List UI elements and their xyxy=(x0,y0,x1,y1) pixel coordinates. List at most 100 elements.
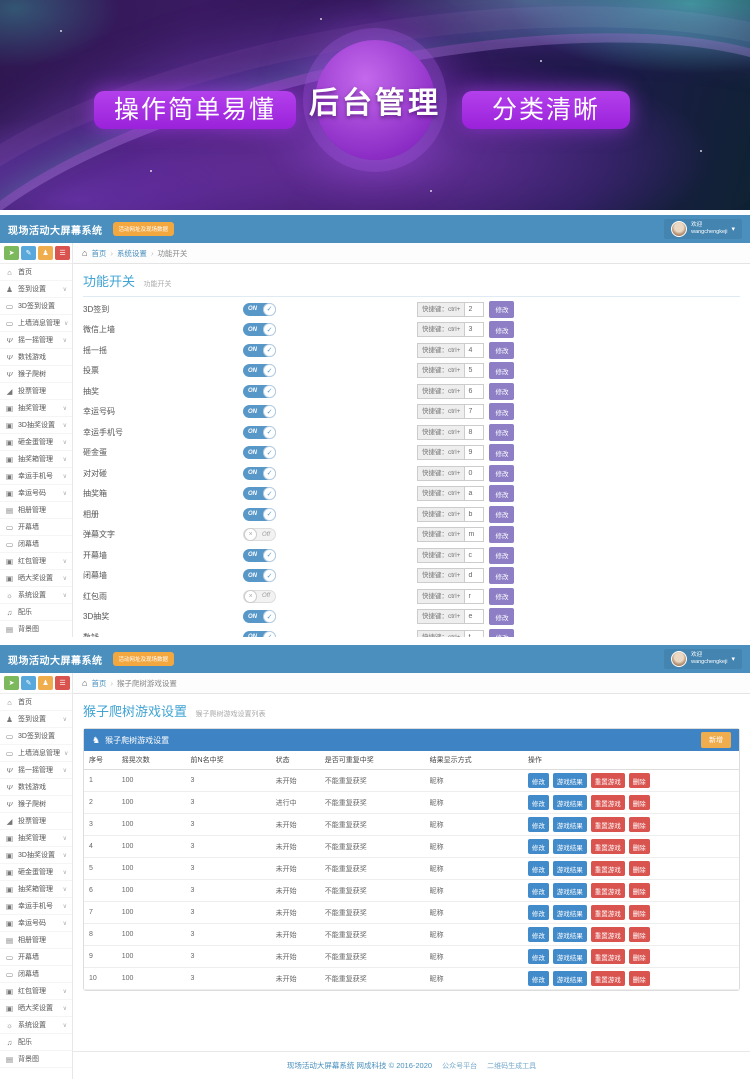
sidebar-item[interactable]: ♟ 签到设置 ∨ xyxy=(0,711,72,728)
modify-button[interactable]: 修改 xyxy=(489,567,514,584)
feature-toggle[interactable]: ON ✓ xyxy=(243,385,276,398)
shortcut-key-input[interactable] xyxy=(465,466,484,481)
activity-data-button[interactable]: 活动网址及现场数据 xyxy=(113,222,175,236)
feature-toggle[interactable]: ON ✓ xyxy=(243,344,276,357)
reset-game-button[interactable]: 重置游戏 xyxy=(591,949,625,964)
delete-button[interactable]: 删除 xyxy=(629,839,650,854)
sidebar-item[interactable]: ▭ 闭幕墙 ∨ xyxy=(0,536,72,553)
feature-toggle[interactable]: ON ✓ xyxy=(243,487,276,500)
shortcut-key-input[interactable] xyxy=(465,486,484,501)
feature-toggle[interactable]: ON ✓ xyxy=(243,467,276,480)
reset-game-button[interactable]: 重置游戏 xyxy=(591,861,625,876)
shortcut-key-input[interactable] xyxy=(465,609,484,624)
feature-toggle[interactable]: Off × xyxy=(243,528,276,541)
sidebar-item[interactable]: ▣ 3D抽奖设置 ∨ xyxy=(0,417,72,434)
sidebar-item[interactable]: ▣ 抽奖箱管理 ∨ xyxy=(0,451,72,468)
reset-game-button[interactable]: 重置游戏 xyxy=(591,817,625,832)
delete-button[interactable]: 删除 xyxy=(629,773,650,788)
sidebar-item[interactable]: Ψ 数钱游戏 ∨ xyxy=(0,779,72,796)
modify-button[interactable]: 修改 xyxy=(489,321,514,338)
modify-button[interactable]: 修改 xyxy=(489,608,514,625)
delete-button[interactable]: 删除 xyxy=(629,971,650,986)
sidebar-item[interactable]: ▤ 背景图 ∨ xyxy=(0,621,72,637)
sidebar-item[interactable]: ▣ 幸运号码 ∨ xyxy=(0,915,72,932)
sidebar-item[interactable]: Ψ 猴子爬树 ∨ xyxy=(0,796,72,813)
feature-toggle[interactable]: ON ✓ xyxy=(243,631,276,637)
toolbar-button[interactable]: ✎ xyxy=(21,246,36,260)
modify-button[interactable]: 修改 xyxy=(489,526,514,543)
reset-game-button[interactable]: 重置游戏 xyxy=(591,971,625,986)
game-result-button[interactable]: 游戏结果 xyxy=(553,817,587,832)
sidebar-item[interactable]: ▣ 幸运手机号 ∨ xyxy=(0,898,72,915)
modify-button[interactable]: 修改 xyxy=(528,817,549,832)
modify-button[interactable]: 修改 xyxy=(489,444,514,461)
reset-game-button[interactable]: 重置游戏 xyxy=(591,839,625,854)
sidebar-item[interactable]: ♟ 签到设置 ∨ xyxy=(0,281,72,298)
modify-button[interactable]: 修改 xyxy=(489,629,514,637)
sidebar-item[interactable]: Ψ 数钱游戏 ∨ xyxy=(0,349,72,366)
sidebar-item[interactable]: ▣ 红包管理 ∨ xyxy=(0,983,72,1000)
feature-toggle[interactable]: ON ✓ xyxy=(243,569,276,582)
modify-button[interactable]: 修改 xyxy=(528,927,549,942)
breadcrumb-system-settings[interactable]: 系统设置 xyxy=(117,248,147,259)
sidebar-item[interactable]: ▣ 砸金蛋管理 ∨ xyxy=(0,864,72,881)
sidebar-item[interactable]: ▣ 晒大奖设置 ∨ xyxy=(0,570,72,587)
shortcut-key-input[interactable] xyxy=(465,343,484,358)
sidebar-item[interactable]: ▭ 上墙消息管理 ∨ xyxy=(0,315,72,332)
sidebar-item[interactable]: ▭ 闭幕墙 ∨ xyxy=(0,966,72,983)
delete-button[interactable]: 删除 xyxy=(629,949,650,964)
game-result-button[interactable]: 游戏结果 xyxy=(553,795,587,810)
sidebar-item[interactable]: ▣ 幸运号码 ∨ xyxy=(0,485,72,502)
shortcut-key-input[interactable] xyxy=(465,384,484,399)
shortcut-key-input[interactable] xyxy=(465,322,484,337)
shortcut-key-input[interactable] xyxy=(465,630,484,637)
feature-toggle[interactable]: Off × xyxy=(243,590,276,603)
modify-button[interactable]: 修改 xyxy=(528,839,549,854)
game-result-button[interactable]: 游戏结果 xyxy=(553,883,587,898)
feature-toggle[interactable]: ON ✓ xyxy=(243,610,276,623)
feature-toggle[interactable]: ON ✓ xyxy=(243,426,276,439)
reset-game-button[interactable]: 重置游戏 xyxy=(591,905,625,920)
activity-data-button[interactable]: 活动网址及现场数据 xyxy=(113,652,175,666)
sidebar-item[interactable]: ◢ 投票管理 ∨ xyxy=(0,383,72,400)
sidebar-item[interactable]: ◢ 投票管理 ∨ xyxy=(0,813,72,830)
sidebar-item[interactable]: ♫ 配乐 ∨ xyxy=(0,604,72,621)
modify-button[interactable]: 修改 xyxy=(528,949,549,964)
user-menu[interactable]: 欢迎 wangchengkeji ▾ xyxy=(664,649,742,669)
feature-toggle[interactable]: ON ✓ xyxy=(243,303,276,316)
toolbar-button[interactable]: ➤ xyxy=(4,676,19,690)
shortcut-key-input[interactable] xyxy=(465,507,484,522)
modify-button[interactable]: 修改 xyxy=(489,588,514,605)
feature-toggle[interactable]: ON ✓ xyxy=(243,364,276,377)
modify-button[interactable]: 修改 xyxy=(528,905,549,920)
game-result-button[interactable]: 游戏结果 xyxy=(553,927,587,942)
add-button[interactable]: 新增 xyxy=(701,732,731,748)
sidebar-item[interactable]: ▤ 相册管理 ∨ xyxy=(0,502,72,519)
qr-tool-link[interactable]: 二维码生成工具 xyxy=(487,1061,536,1071)
modify-button[interactable]: 修改 xyxy=(489,383,514,400)
toolbar-button[interactable]: ☰ xyxy=(55,246,70,260)
shortcut-key-input[interactable] xyxy=(465,589,484,604)
sidebar-item[interactable]: ▣ 抽奖管理 ∨ xyxy=(0,830,72,847)
feature-toggle[interactable]: ON ✓ xyxy=(243,549,276,562)
sidebar-item[interactable]: ☼ 系统设置 ∨ xyxy=(0,587,72,604)
modify-button[interactable]: 修改 xyxy=(528,773,549,788)
feature-toggle[interactable]: ON ✓ xyxy=(243,405,276,418)
shortcut-key-input[interactable] xyxy=(465,425,484,440)
sidebar-item[interactable]: ▤ 相册管理 ∨ xyxy=(0,932,72,949)
sidebar-item[interactable]: Ψ 摇一摇管理 ∨ xyxy=(0,762,72,779)
shortcut-key-input[interactable] xyxy=(465,445,484,460)
sidebar-item[interactable]: ♫ 配乐 ∨ xyxy=(0,1034,72,1051)
game-result-button[interactable]: 游戏结果 xyxy=(553,905,587,920)
sidebar-item[interactable]: ⌂ 首页 ∨ xyxy=(0,264,72,281)
sidebar-item[interactable]: ▭ 3D签到设置 ∨ xyxy=(0,298,72,315)
breadcrumb-home[interactable]: 首页 xyxy=(91,248,106,259)
toolbar-button[interactable]: ♟ xyxy=(38,676,53,690)
delete-button[interactable]: 删除 xyxy=(629,861,650,876)
shortcut-key-input[interactable] xyxy=(465,548,484,563)
toolbar-button[interactable]: ☰ xyxy=(55,676,70,690)
feature-toggle[interactable]: ON ✓ xyxy=(243,323,276,336)
shortcut-key-input[interactable] xyxy=(465,363,484,378)
delete-button[interactable]: 删除 xyxy=(629,905,650,920)
delete-button[interactable]: 删除 xyxy=(629,795,650,810)
